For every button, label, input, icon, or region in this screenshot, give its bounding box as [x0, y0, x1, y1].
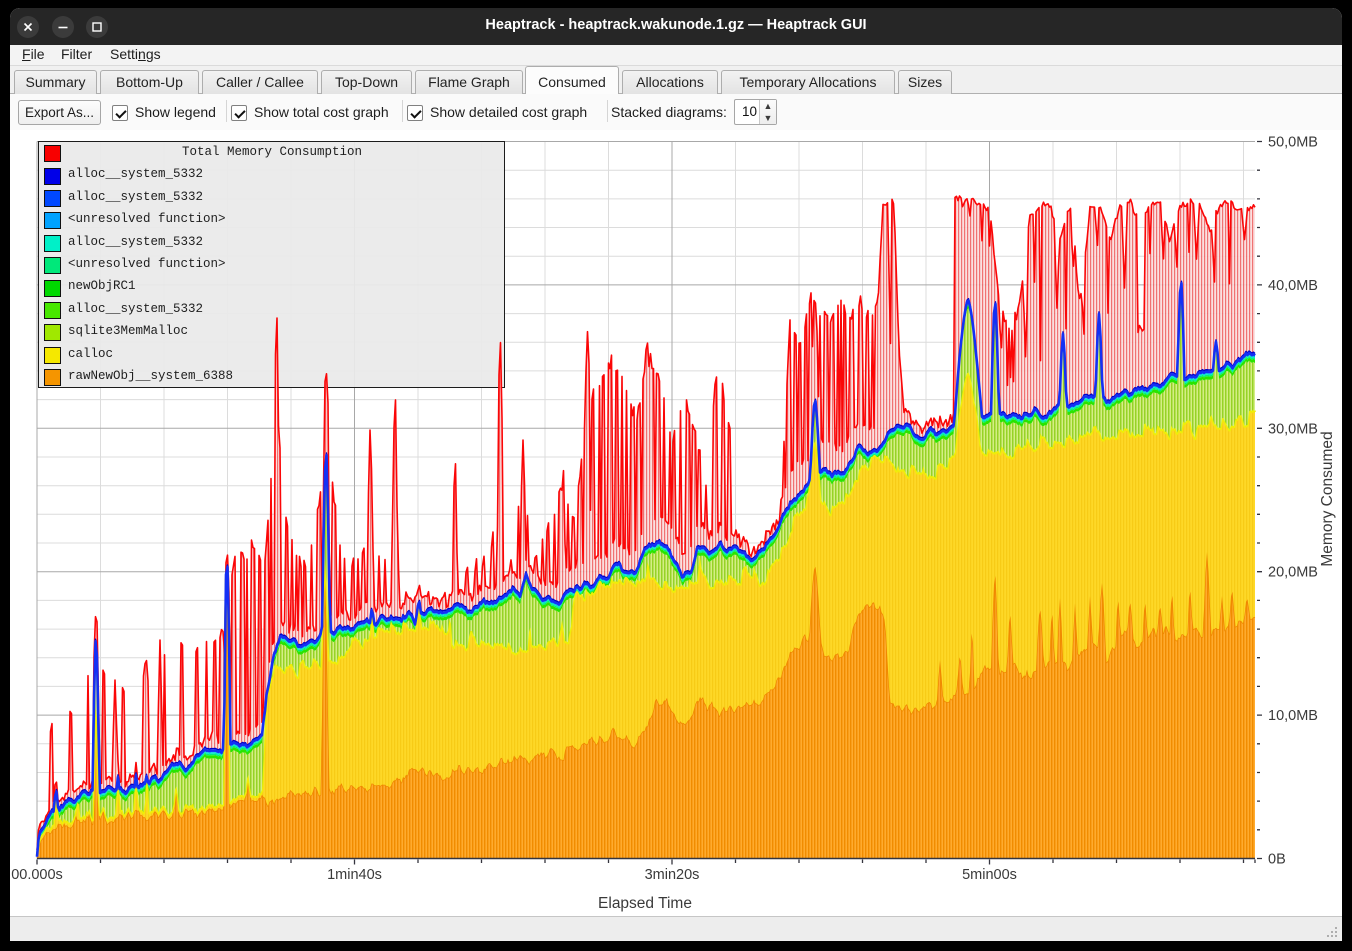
svg-text:1min40s: 1min40s	[327, 867, 382, 883]
svg-text:3min20s: 3min20s	[645, 867, 700, 883]
svg-text:20,0MB: 20,0MB	[1268, 565, 1318, 581]
svg-text:5min00s: 5min00s	[962, 867, 1017, 883]
svg-text:50,0MB: 50,0MB	[1268, 135, 1318, 151]
svg-text:0B: 0B	[1268, 852, 1286, 868]
svg-text:Memory Consumed: Memory Consumed	[1319, 431, 1336, 566]
svg-text:30,0MB: 30,0MB	[1268, 421, 1318, 437]
svg-text:10,0MB: 10,0MB	[1268, 708, 1318, 724]
svg-text:Elapsed Time: Elapsed Time	[598, 895, 692, 912]
svg-text:00.000s: 00.000s	[11, 867, 63, 883]
svg-text:40,0MB: 40,0MB	[1268, 278, 1318, 294]
